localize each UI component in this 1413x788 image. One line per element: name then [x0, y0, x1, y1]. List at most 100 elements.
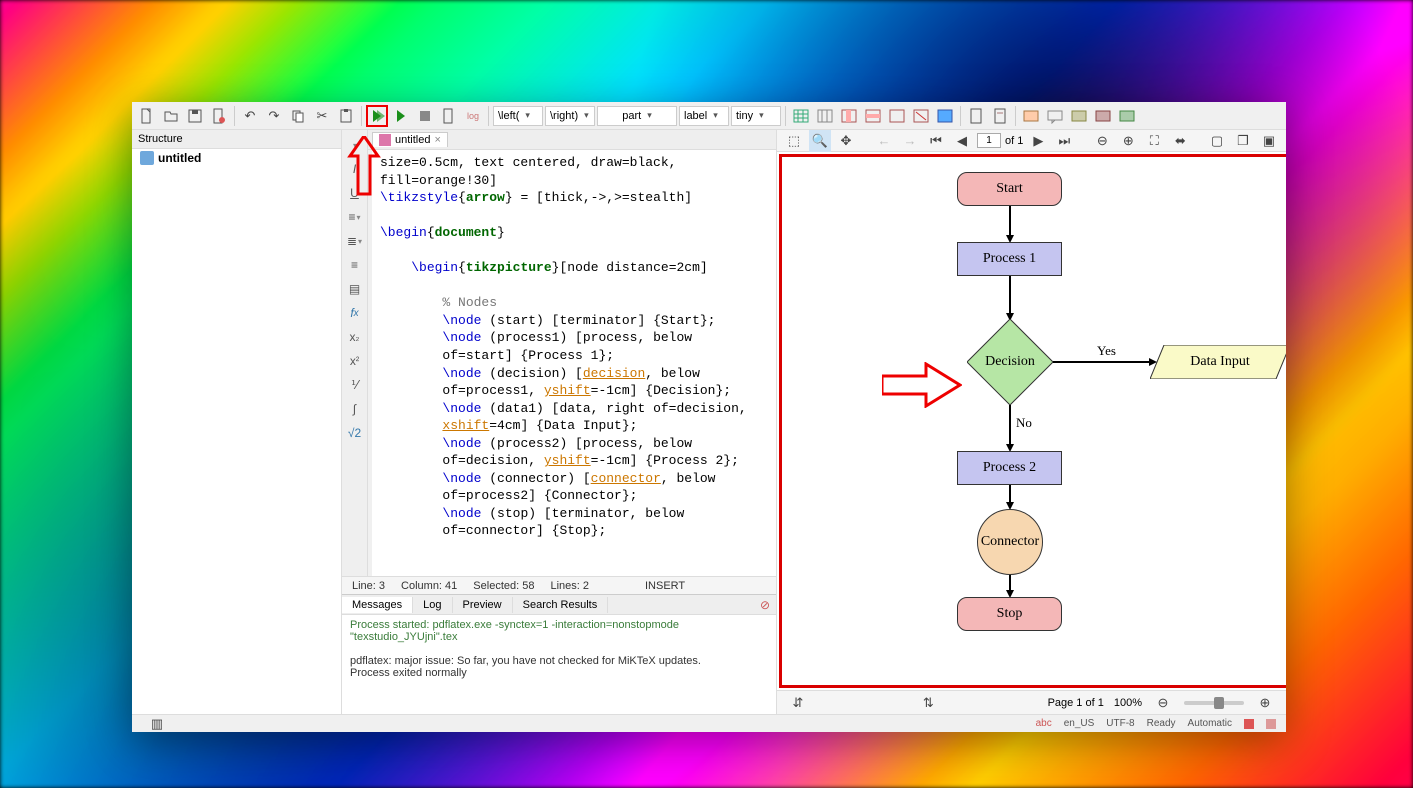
tab-search-results[interactable]: Search Results: [513, 597, 609, 613]
next-page-icon[interactable]: ▶: [1027, 130, 1049, 152]
open-file-icon[interactable]: [160, 105, 182, 127]
preview-toolbar: ⬚ 🔍 ✥ ← → ⏮ ◀ of 1 ▶ ⏭ ⊖ ⊕ ⛶ ⬌ ▢ ❐: [777, 130, 1286, 152]
pdf-icon[interactable]: [965, 105, 987, 127]
int-icon[interactable]: ∫: [345, 400, 365, 418]
undo-icon[interactable]: ↶: [239, 105, 261, 127]
panel2-icon[interactable]: [1092, 105, 1114, 127]
cursor-icon[interactable]: ⬚: [783, 130, 805, 152]
messages-body[interactable]: Process started: pdflatex.exe -synctex=1…: [342, 615, 776, 714]
slide-icon[interactable]: [1020, 105, 1042, 127]
left-bracket-select[interactable]: \left(: [493, 106, 543, 126]
close-tab-icon[interactable]: ×: [434, 134, 440, 146]
first-page-icon[interactable]: ⏮: [925, 130, 947, 152]
table-col-icon[interactable]: [838, 105, 860, 127]
compile-button[interactable]: [390, 105, 412, 127]
last-page-icon[interactable]: ⏭: [1053, 130, 1075, 152]
table-del-icon[interactable]: [910, 105, 932, 127]
list-icon[interactable]: ▤: [345, 280, 365, 298]
frac-icon[interactable]: ⅟: [345, 376, 365, 394]
zoom-slider[interactable]: [1184, 701, 1244, 705]
log-icon[interactable]: log: [462, 105, 484, 127]
spellcheck-icon[interactable]: abc: [1036, 718, 1052, 729]
tab-log[interactable]: Log: [413, 597, 452, 613]
bold-icon[interactable]: [345, 136, 365, 154]
table-icon[interactable]: [790, 105, 812, 127]
messages-close-icon[interactable]: ⊘: [760, 598, 770, 612]
vertical-toolbar: I U ≡ ≣ ≡ ▤ fx x₂ x² ⅟ ∫ √2: [342, 130, 368, 576]
status-lines: Lines: 2: [550, 580, 589, 592]
encoding-label[interactable]: UTF-8: [1106, 718, 1134, 729]
zoom-in-icon[interactable]: ⊕: [1117, 130, 1139, 152]
sync2-icon[interactable]: ⇅: [917, 692, 939, 714]
zoom-select-icon[interactable]: 🔍: [809, 130, 831, 152]
fx-icon[interactable]: fx: [345, 304, 365, 322]
table2-icon[interactable]: [814, 105, 836, 127]
fit-icon[interactable]: ⛶: [1143, 130, 1165, 152]
save-icon[interactable]: [184, 105, 206, 127]
prev-page-icon[interactable]: ◀: [951, 130, 973, 152]
right-bracket-select[interactable]: \right): [545, 106, 595, 126]
tab-messages[interactable]: Messages: [342, 597, 413, 613]
auto-label[interactable]: Automatic: [1188, 718, 1232, 729]
cut-icon[interactable]: ✂: [311, 105, 333, 127]
panel1-icon[interactable]: [1068, 105, 1090, 127]
table-merge-icon[interactable]: [934, 105, 956, 127]
stop-button[interactable]: [414, 105, 436, 127]
editor-tab[interactable]: untitled ×: [372, 132, 448, 147]
superscript-icon[interactable]: x²: [345, 352, 365, 370]
node-data: Data Input: [1150, 345, 1286, 379]
copy-icon[interactable]: [287, 105, 309, 127]
main-area: Structure untitled I U ≡ ≣ ≡ ▤ fx x₂: [132, 130, 1286, 714]
pan-icon[interactable]: ✥: [835, 130, 857, 152]
zoom-out-button[interactable]: ⊖: [1152, 692, 1174, 714]
part-select[interactable]: part: [597, 106, 677, 126]
build-and-view-button[interactable]: [366, 105, 388, 127]
structure-item[interactable]: untitled: [132, 149, 341, 167]
message-line: Process exited normally: [350, 667, 768, 679]
edge-label-no: No: [1016, 415, 1032, 431]
fit-width-icon[interactable]: ⬌: [1169, 130, 1191, 152]
comment-icon[interactable]: [1044, 105, 1066, 127]
tab-preview[interactable]: Preview: [453, 597, 513, 613]
next-arrow-icon[interactable]: →: [899, 130, 921, 152]
app-statusbar: ▥ abc en_US UTF-8 Ready Automatic: [132, 714, 1286, 732]
editor-wrap: untitled × size=0.5cm, text centered, dr…: [368, 130, 776, 576]
sync-icon[interactable]: ⇵: [787, 692, 809, 714]
panel-toggle-icon[interactable]: ▥: [146, 713, 168, 735]
redo-icon[interactable]: ↷: [263, 105, 285, 127]
align-center-icon[interactable]: ≣: [345, 232, 365, 250]
message-line: Process started: pdflatex.exe -synctex=1…: [350, 619, 768, 643]
paste-icon[interactable]: [335, 105, 357, 127]
pdf-preview-panel: ⬚ 🔍 ✥ ← → ⏮ ◀ of 1 ▶ ⏭ ⊖ ⊕ ⛶ ⬌ ▢ ❐: [776, 130, 1286, 714]
doc-icon[interactable]: [989, 105, 1011, 127]
status-pink-icon[interactable]: [1266, 719, 1276, 729]
zoom-in-button[interactable]: ⊕: [1254, 692, 1276, 714]
view-icon[interactable]: [438, 105, 460, 127]
page-input[interactable]: [977, 133, 1001, 148]
zoom-out-icon[interactable]: ⊖: [1091, 130, 1113, 152]
prev-arrow-icon[interactable]: ←: [873, 130, 895, 152]
window-icon[interactable]: ❐: [1232, 130, 1254, 152]
panel3-icon[interactable]: [1116, 105, 1138, 127]
new-file-icon[interactable]: [136, 105, 158, 127]
align-right-icon[interactable]: ≡: [345, 256, 365, 274]
node-connector: Connector: [977, 509, 1043, 575]
preview-canvas[interactable]: Start Process 1 Decision Yes Data Input: [779, 154, 1286, 688]
subscript-icon[interactable]: x₂: [345, 328, 365, 346]
label-select[interactable]: label: [679, 106, 729, 126]
table-cell-icon[interactable]: [886, 105, 908, 127]
underline-icon[interactable]: U: [345, 184, 365, 202]
close-file-icon[interactable]: [208, 105, 230, 127]
align-left-icon[interactable]: ≡: [345, 208, 365, 226]
fontsize-select[interactable]: tiny: [731, 106, 781, 126]
expand-icon[interactable]: ▢: [1206, 130, 1228, 152]
lang-label[interactable]: en_US: [1064, 718, 1095, 729]
preview-footer: ⇵ ⇅ Page 1 of 1 100% ⊖ ⊕: [777, 690, 1286, 714]
sqrt-icon[interactable]: √2: [345, 424, 365, 442]
italic-icon[interactable]: I: [345, 160, 365, 178]
status-red-icon[interactable]: [1244, 719, 1254, 729]
code-editor[interactable]: size=0.5cm, text centered, draw=black, f…: [368, 150, 776, 576]
close-preview-icon[interactable]: ▣: [1258, 130, 1280, 152]
table-row-icon[interactable]: [862, 105, 884, 127]
state-label: Ready: [1147, 718, 1176, 729]
